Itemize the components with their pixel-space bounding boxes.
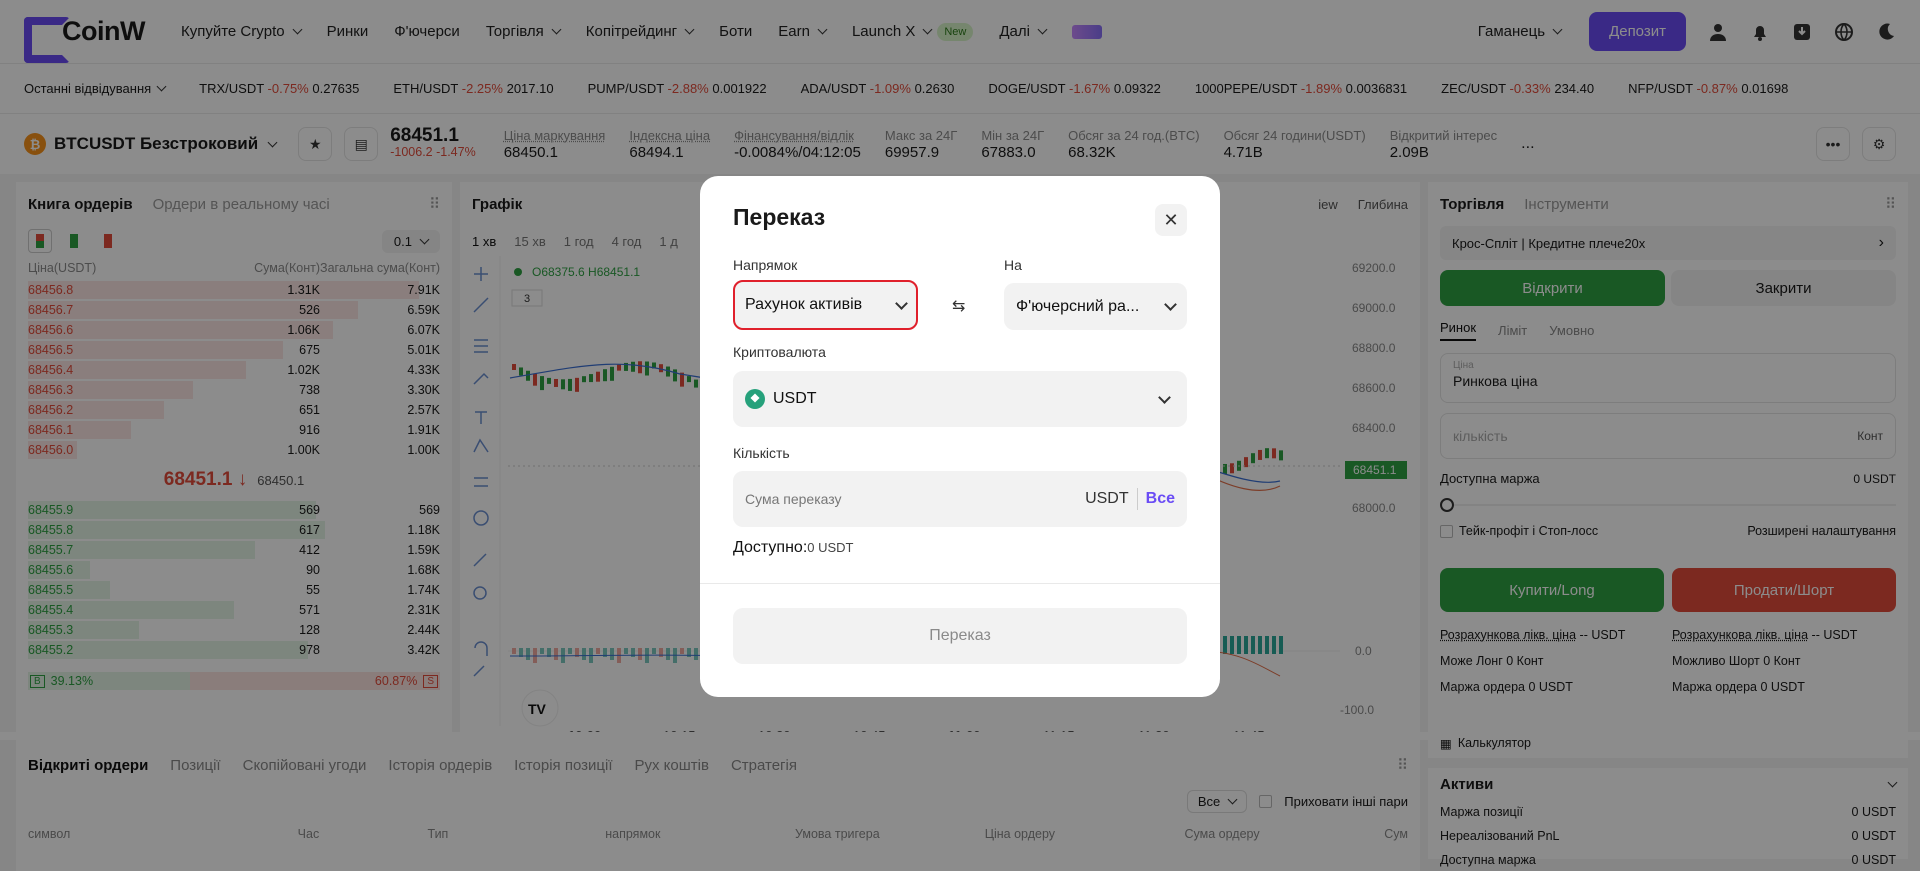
amount-placeholder: Сума переказу: [745, 491, 842, 507]
crypto-label: Криптовалюта: [733, 344, 826, 360]
from-account-value: Рахунок активів: [745, 296, 863, 313]
to-account-value: Ф'ючерсний ра...: [1016, 297, 1140, 315]
crypto-value: USDT: [773, 390, 817, 407]
available-label: Доступно:: [733, 539, 808, 556]
crypto-select[interactable]: USDT: [733, 371, 1187, 427]
modal-title: Переказ: [733, 204, 826, 230]
chevron-down-icon: [1158, 390, 1171, 404]
close-icon: ✕: [1163, 209, 1179, 230]
to-account-select[interactable]: Ф'ючерсний ра...: [1004, 283, 1187, 330]
available-balance: Доступно:0 USDT: [733, 539, 854, 557]
close-button[interactable]: ✕: [1155, 204, 1187, 236]
divider: [700, 583, 1220, 584]
from-account-select[interactable]: Рахунок активів: [733, 280, 918, 330]
max-all-button[interactable]: Все: [1146, 490, 1175, 508]
to-label: На: [1004, 257, 1022, 273]
swap-icon[interactable]: ⇆: [952, 296, 965, 316]
amount-input[interactable]: Сума переказу USDT Все: [733, 471, 1187, 527]
amount-unit: USDT: [1085, 490, 1129, 507]
chevron-down-icon: [1164, 298, 1177, 311]
transfer-modal: Переказ ✕ Напрямок Рахунок активів ⇆ На …: [700, 176, 1220, 697]
usdt-icon: [745, 389, 765, 409]
chevron-down-icon: [895, 296, 908, 310]
available-value: 0 USDT: [807, 540, 854, 555]
transfer-submit-button[interactable]: Переказ: [733, 608, 1187, 664]
amount-label: Кількість: [733, 445, 790, 461]
from-label: Напрямок: [733, 257, 798, 273]
